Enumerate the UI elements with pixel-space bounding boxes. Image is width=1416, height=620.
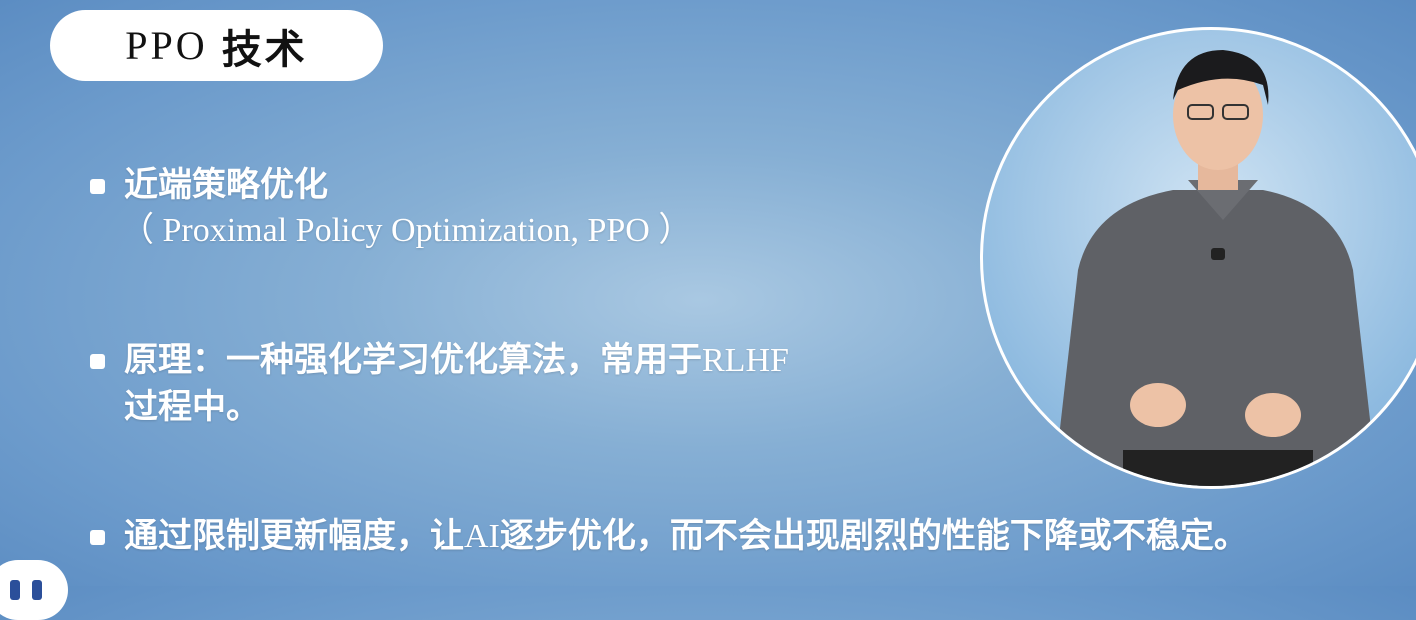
- bullet-text: 原理：一种强化学习优化算法，常用于: [124, 340, 702, 380]
- robot-logo-icon: [0, 560, 68, 620]
- bullet-text-en: RLHF: [702, 342, 789, 379]
- bullet-text-end: 逐步优化，而不会出现剧烈的性能下降或不稳定。: [499, 516, 1248, 556]
- bullet-icon: [90, 530, 105, 545]
- bullet-text-en: AI: [464, 518, 500, 555]
- bullet-text-line2: 过程中。: [124, 387, 260, 427]
- slide-title: PPO 技术: [50, 10, 383, 81]
- title-en: PPO: [125, 23, 208, 68]
- bullet-principle: 原理：一种强化学习优化算法，常用于RLHF 过程中。: [90, 337, 789, 430]
- title-zh: 技术: [221, 26, 308, 73]
- bullet-icon: [90, 354, 105, 369]
- presenter-video: [980, 27, 1416, 489]
- bullet-mechanism: 通过限制更新幅度，让AI逐步优化，而不会出现剧烈的性能下降或不稳定。: [90, 513, 1248, 560]
- bullet-icon: [90, 179, 105, 194]
- bullet-ppo-name: 近端策略优化 （ Proximal Policy Optimization, P…: [90, 162, 692, 254]
- bullet-text: 通过限制更新幅度，让: [124, 516, 464, 556]
- bullet-text: 近端策略优化: [124, 165, 328, 205]
- bullet-text-sub: （ Proximal Policy Optimization, PPO ）: [120, 212, 693, 249]
- presenter-figure: [1053, 50, 1378, 486]
